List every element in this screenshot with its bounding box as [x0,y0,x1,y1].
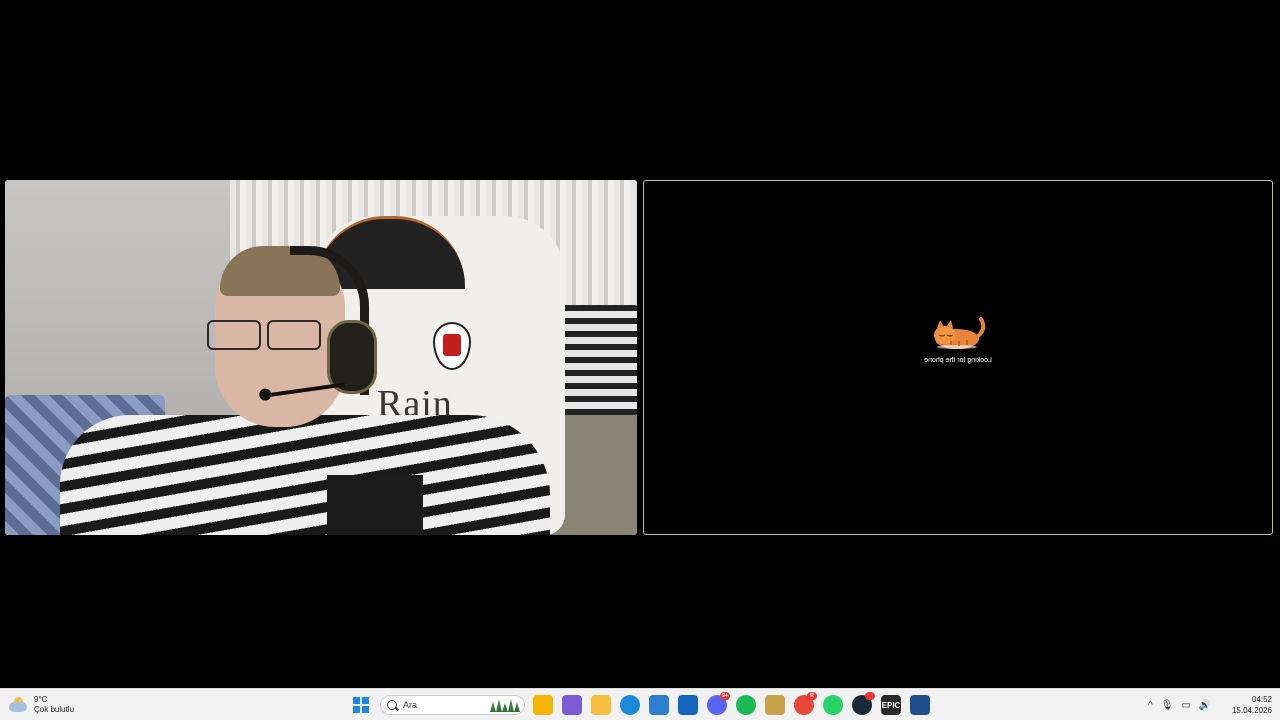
video-call-stage: Rain Looking for the phone [0,0,1280,688]
store-icon[interactable] [649,695,669,715]
spotify-icon[interactable] [736,695,756,715]
start-button[interactable] [350,694,372,716]
notification-badge: R [807,692,817,700]
file-explorer-icon[interactable] [533,695,553,715]
volume-icon[interactable]: 🔊 [1199,700,1211,711]
notification-badge [865,692,875,700]
shirt-pocket [327,475,423,535]
whatsapp-icon[interactable] [823,695,843,715]
search-icon [387,700,397,710]
taskbar: 9°C Çok bulutlu Ara 9+ R EPIC ^ 🎙 ▭ 🔊 04:5… [0,688,1280,720]
epic-games-icon[interactable]: EPIC [881,695,901,715]
clock-time: 04:52 [1251,695,1272,704]
steam-icon[interactable] [852,692,875,715]
weather-condition: Çok bulutlu [34,705,75,714]
app-label: EPIC [881,700,901,710]
copilot-icon[interactable] [562,695,582,715]
partly-cloudy-icon [8,696,28,714]
weather-temperature: 9°C [34,695,48,704]
camera-app-icon[interactable] [910,695,930,715]
network-icon[interactable]: ▭ [1181,700,1190,711]
clock-date: 15.04.2026 [1231,706,1272,715]
taskbar-search[interactable]: Ara [380,695,525,715]
striped-cloth [560,305,637,415]
sleeping-cat-icon [934,317,986,349]
striped-shirt [60,415,550,535]
folder-icon[interactable] [591,695,611,715]
discord-icon[interactable]: 9+ [707,692,730,715]
taskbar-center: Ara 9+ R EPIC [350,692,930,717]
screen-share-status-text: Looking for the phone [924,357,992,364]
webcam-tile[interactable]: Rain [5,180,637,535]
weather-widget[interactable]: 9°C Çok bulutlu [8,693,74,717]
league-icon[interactable] [765,695,785,715]
search-placeholder: Ara [403,700,418,710]
edge-icon[interactable] [620,695,640,715]
notification-badge: 9+ [720,692,730,700]
system-tray: ^ 🎙 ▭ 🔊 [1148,693,1211,717]
screen-share-tile[interactable]: Looking for the phone [643,180,1273,535]
clock[interactable]: 04:52 15.04.2026 [1224,694,1272,716]
search-highlight-icon [490,699,520,712]
mail-icon[interactable] [678,695,698,715]
chrome-icon[interactable]: R [794,692,817,715]
microphone-icon[interactable]: 🎙 [1161,700,1174,711]
pinned-apps: 9+ R EPIC [533,692,930,715]
chevron-up-icon[interactable]: ^ [1148,700,1153,711]
